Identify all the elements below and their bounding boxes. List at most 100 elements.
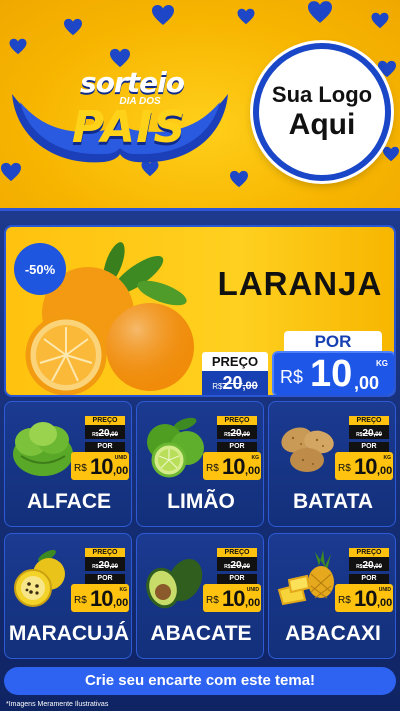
old-price: R$20,00: [85, 557, 125, 571]
pineapple-icon: [277, 550, 334, 606]
old-price: R$20,00: [217, 557, 257, 571]
new-price-label: POR: [217, 574, 257, 584]
heart-icon: [62, 18, 84, 36]
avocado-icon: [146, 558, 203, 609]
old-price-value: 20: [230, 428, 242, 439]
new-price-label: POR: [217, 442, 257, 452]
old-price-label: PREÇO: [85, 416, 125, 425]
new-price-value: 10: [354, 454, 378, 479]
discount-badge: -50%: [14, 243, 66, 295]
old-price-cents: ,00: [373, 432, 382, 438]
old-price-cents: ,00: [373, 564, 382, 570]
price-unit: UNID: [246, 587, 259, 593]
old-price-label: PREÇO: [217, 548, 257, 557]
logo-text-line1: Sua Logo: [271, 82, 373, 107]
product-card-maracuja[interactable]: PREÇO R$20,00 POR R$ 10,00 KG MARACUJÁ: [4, 533, 132, 659]
old-price-value: 20: [222, 373, 243, 393]
old-price-currency: R$: [212, 382, 223, 391]
logo-text-line2: Aqui: [288, 108, 356, 141]
new-price: R$ 10,00 KG: [71, 584, 129, 612]
new-price-cents: ,00: [245, 465, 261, 477]
old-price: R$20,00: [349, 425, 389, 439]
product-card-batata[interactable]: PREÇO R$20,00 POR R$ 10,00 KG BATATA: [268, 401, 396, 527]
old-price-value: 20: [98, 560, 110, 571]
heart-icon: [370, 12, 390, 29]
new-price-currency: R$: [338, 463, 351, 474]
product-name: ABACATE: [150, 622, 252, 645]
price-unit: UNID: [378, 587, 391, 593]
old-price-cents: ,00: [241, 564, 250, 570]
price-unit: KG: [251, 455, 260, 461]
header-banner: sorteio DIA DOS PAIS Sua Logo Aqui: [0, 0, 400, 210]
product-name: LIMÃO: [167, 490, 235, 513]
price-unit: KG: [119, 587, 128, 593]
old-price-cents: ,00: [241, 432, 250, 438]
old-price: R$20,00: [202, 371, 268, 395]
new-price-label: POR: [349, 574, 389, 584]
featured-product-name: LARANJA: [217, 265, 383, 302]
heart-icon: [8, 38, 28, 55]
new-price: R$ 10,00 UNID: [203, 584, 261, 612]
price-unit: KG: [383, 455, 392, 461]
product-name: BATATA: [292, 490, 374, 513]
new-price: R$ 10,00 KG: [335, 452, 393, 480]
featured-product-card[interactable]: -50% LARANJA PREÇO R$20,00 POR R$ 10 ,00…: [4, 225, 396, 397]
new-price-cents: ,00: [354, 373, 380, 393]
product-card-abacaxi[interactable]: PREÇO R$20,00 POR R$ 10,00 UNID ABACAXI: [268, 533, 396, 659]
new-price-cents: ,00: [377, 465, 393, 477]
new-price-value: 10: [222, 586, 246, 611]
offers-panel: -50% LARANJA PREÇO R$20,00 POR R$ 10 ,00…: [0, 208, 400, 711]
old-price-cents: ,00: [109, 432, 118, 438]
heart-icon: [228, 170, 250, 188]
heart-icon: [382, 146, 400, 162]
new-price-label: POR: [85, 574, 125, 584]
promo-title-main: PAIS: [71, 102, 187, 153]
new-price-currency: R$: [206, 595, 219, 606]
heart-icon: [236, 8, 256, 25]
new-price-value: 10: [310, 353, 353, 395]
disclaimer-text: *Imagens Meramente Ilustrativas: [6, 701, 109, 708]
new-price-cents: ,00: [113, 597, 129, 609]
new-price-currency: R$: [74, 463, 87, 474]
old-price-label: PREÇO: [217, 416, 257, 425]
old-price-value: 20: [362, 428, 374, 439]
potato-icon: [281, 427, 334, 472]
create-flyer-button[interactable]: Crie seu encarte com este tema!: [4, 667, 396, 695]
new-price-currency: R$: [74, 595, 87, 606]
promo-title-top: sorteio: [80, 66, 185, 99]
product-name: ABACAXI: [285, 622, 381, 645]
old-price: R$20,00: [85, 425, 125, 439]
new-price: R$ 10,00 KG: [203, 452, 261, 480]
old-price: R$20,00: [349, 557, 389, 571]
new-price-cents: ,00: [245, 597, 261, 609]
new-price-label: POR: [349, 442, 389, 452]
new-price: R$ 10,00 UNID: [71, 452, 129, 480]
old-price: R$20,00: [217, 425, 257, 439]
new-price: R$ 10 ,00 KG: [272, 351, 394, 395]
lime-icon: [147, 417, 204, 478]
new-price-currency: R$: [206, 463, 219, 474]
price-unit: KG: [376, 359, 388, 368]
new-price-value: 10: [90, 454, 114, 479]
new-price-cents: ,00: [113, 465, 129, 477]
logo-placeholder[interactable]: Sua Logo Aqui: [253, 43, 391, 181]
new-price-value: 10: [354, 586, 378, 611]
old-price-label: PREÇO: [349, 416, 389, 425]
lettuce-icon: [13, 422, 73, 476]
product-name: MARACUJÁ: [8, 622, 130, 645]
product-card-abacate[interactable]: PREÇO R$20,00 POR R$ 10,00 UNID ABACATE: [136, 533, 264, 659]
new-price-currency: R$: [280, 367, 304, 387]
old-price-label: PREÇO: [202, 352, 268, 371]
heart-icon: [150, 4, 176, 26]
old-price-cents: ,00: [109, 564, 118, 570]
new-price-label: POR: [284, 331, 382, 353]
product-card-limao[interactable]: PREÇO R$20,00 POR R$ 10,00 KG LIMÃO: [136, 401, 264, 527]
new-price-currency: R$: [338, 595, 351, 606]
old-price-cents: ,00: [242, 380, 258, 392]
new-price-value: 10: [90, 586, 114, 611]
product-card-alface[interactable]: PREÇO R$20,00 POR R$ 10,00 UNID ALFACE: [4, 401, 132, 527]
promo-badge: sorteio DIA DOS PAIS: [6, 64, 234, 168]
new-price: R$ 10,00 UNID: [335, 584, 393, 612]
old-price-value: 20: [98, 428, 110, 439]
old-price-label: PREÇO: [349, 548, 389, 557]
